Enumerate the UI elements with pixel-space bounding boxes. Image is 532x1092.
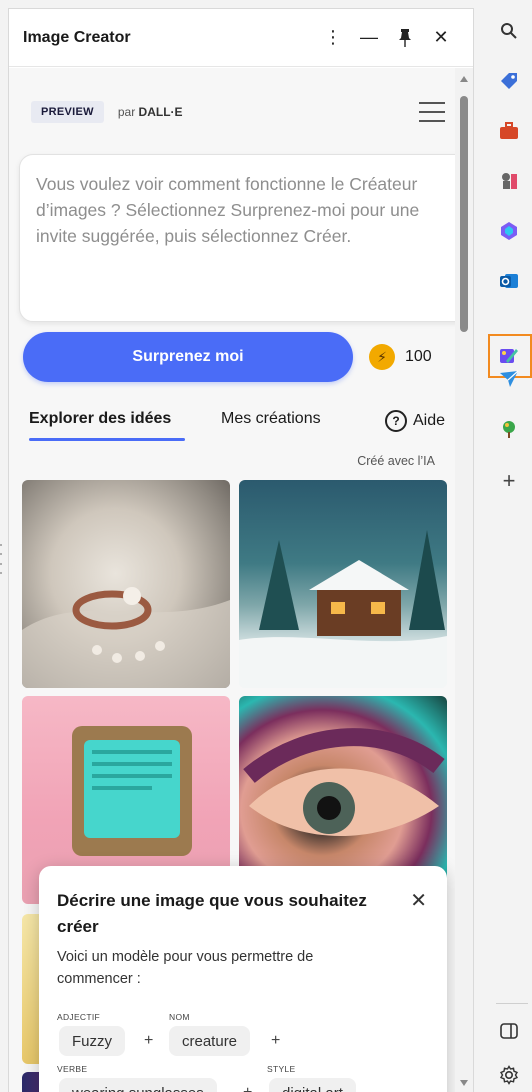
plus-sign: + — [243, 1084, 252, 1092]
panel-title: Image Creator — [23, 28, 131, 46]
ai-created-note: Créé avec l’IA — [357, 454, 435, 468]
surprise-me-button[interactable]: Surprenez moi — [23, 332, 353, 382]
panel-scroll-area[interactable]: PREVIEW par DALL·E Vous voulez voir comm… — [9, 68, 473, 1092]
search-icon[interactable] — [498, 20, 520, 42]
sidebar-toggle-icon[interactable] — [498, 1020, 520, 1042]
plus-sign: + — [271, 1032, 281, 1049]
boost-counter[interactable]: ⚡ 100 — [369, 344, 432, 370]
briefcase-icon[interactable] — [498, 120, 520, 142]
hamburger-menu-icon[interactable] — [419, 102, 445, 122]
scroll-up-icon[interactable] — [460, 76, 468, 82]
send-icon[interactable] — [498, 368, 520, 390]
vertical-scrollbar[interactable] — [455, 68, 473, 1092]
minimize-icon[interactable]: — — [351, 20, 387, 56]
tag-icon[interactable] — [498, 70, 520, 92]
sidebar-divider — [496, 1003, 528, 1004]
help-link[interactable]: ? Aide — [385, 410, 445, 432]
surprise-row: Surprenez moi ⚡ 100 — [23, 332, 463, 382]
boost-count: 100 — [405, 348, 432, 365]
help-label: Aide — [413, 412, 446, 429]
popup-close-icon[interactable]: ✕ — [410, 888, 427, 913]
help-icon: ? — [385, 410, 407, 432]
popup-title: Décrire une image que vous souhaitez cré… — [57, 891, 367, 936]
label-noun: NOM — [169, 1012, 190, 1022]
image-creator-panel: Image Creator ⋮ — ✕ PREVIEW par DALL·E V… — [8, 8, 474, 1092]
scroll-thumb[interactable] — [460, 96, 468, 332]
tab-my-creations[interactable]: Mes créations — [221, 410, 321, 428]
resize-handle[interactable] — [0, 544, 4, 574]
panel-content: PREVIEW par DALL·E Vous voulez voir comm… — [9, 68, 473, 1092]
active-tab-indicator — [29, 438, 185, 441]
preview-badge: PREVIEW — [31, 101, 104, 123]
label-style: STYLE — [267, 1064, 296, 1074]
idea-tile-cabin[interactable] — [239, 480, 447, 688]
chess-icon[interactable] — [498, 170, 520, 192]
tabs-row: Explorer des idées Mes créations ? Aide — [29, 398, 459, 442]
more-options-icon[interactable]: ⋮ — [315, 20, 351, 56]
boost-bolt-icon: ⚡ — [369, 344, 395, 370]
chip-style[interactable]: digital art — [269, 1078, 356, 1092]
idea-tile-ring[interactable] — [22, 480, 230, 688]
edge-sidebar: + — [486, 0, 532, 1092]
copilot-icon[interactable] — [498, 220, 520, 242]
settings-icon[interactable] — [498, 1064, 520, 1086]
prompt-tips-popup: Décrire une image que vous souhaitez cré… — [39, 866, 447, 1092]
prompt-input[interactable]: Vous voulez voir comment fonctionne le C… — [19, 154, 473, 322]
plus-sign: + — [144, 1032, 154, 1049]
scroll-down-icon[interactable] — [460, 1080, 468, 1086]
panel-titlebar: Image Creator ⋮ — ✕ — [9, 9, 473, 67]
preview-row: PREVIEW par DALL·E — [31, 90, 445, 134]
by-dalle: par DALL·E — [117, 105, 183, 119]
app-root: Image Creator ⋮ — ✕ PREVIEW par DALL·E V… — [0, 0, 532, 1092]
chip-noun[interactable]: creature — [169, 1026, 251, 1056]
image-creator-icon[interactable] — [498, 345, 520, 367]
tab-explore[interactable]: Explorer des idées — [29, 410, 171, 428]
label-adjective: ADJECTIF — [57, 1012, 101, 1022]
chip-verb[interactable]: wearing sunglasses — [59, 1078, 217, 1092]
label-verb: VERBE — [57, 1064, 88, 1074]
outlook-icon[interactable] — [498, 270, 520, 292]
add-icon[interactable]: + — [498, 468, 520, 493]
chip-adjective[interactable]: Fuzzy — [59, 1026, 126, 1056]
popup-description: Voici un modèle pour vous permettre de c… — [57, 949, 314, 987]
tree-icon[interactable] — [498, 418, 520, 440]
close-icon[interactable]: ✕ — [423, 20, 459, 56]
pin-icon[interactable] — [387, 20, 423, 56]
